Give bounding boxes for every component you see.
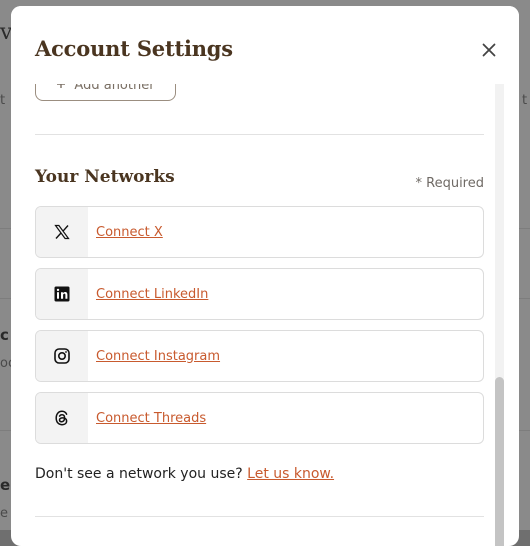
instagram-logo-icon: [36, 331, 88, 381]
networks-section-title: Your Networks: [35, 167, 175, 187]
modal-scroll-area[interactable]: Add another Your Networks * Required Con…: [11, 70, 519, 546]
connect-linkedin-link[interactable]: Connect LinkedIn: [88, 269, 208, 319]
connect-instagram-link[interactable]: Connect Instagram: [88, 331, 220, 381]
section-divider: [35, 134, 484, 135]
connect-threads-link[interactable]: Connect Threads: [88, 393, 206, 443]
network-row-threads: Connect Threads: [35, 392, 484, 444]
network-row-x: Connect X: [35, 206, 484, 258]
modal-title: Account Settings: [35, 36, 233, 61]
let-us-know-link[interactable]: Let us know.: [247, 466, 334, 482]
background-fragment: t: [522, 93, 528, 108]
threads-logo-icon: [36, 393, 88, 443]
missing-network-note: Don't see a network you use? Let us know…: [35, 466, 334, 482]
required-note: * Required: [415, 176, 485, 191]
network-row-linkedin: Connect LinkedIn: [35, 268, 484, 320]
close-icon: [482, 43, 496, 57]
linkedin-logo-icon: [36, 269, 88, 319]
close-button[interactable]: [479, 40, 499, 60]
background-fragment: e: [0, 506, 8, 521]
x-logo-icon: [36, 207, 88, 257]
modal-header: Account Settings: [11, 6, 519, 84]
background-fragment: c: [0, 326, 9, 344]
network-row-instagram: Connect Instagram: [35, 330, 484, 382]
account-settings-modal: Add another Your Networks * Required Con…: [11, 6, 519, 546]
background-fragment: t: [0, 93, 6, 108]
scrollbar-thumb[interactable]: [495, 377, 504, 546]
section-divider: [35, 516, 484, 517]
connect-x-link[interactable]: Connect X: [88, 207, 163, 257]
missing-network-text: Don't see a network you use?: [35, 466, 248, 482]
